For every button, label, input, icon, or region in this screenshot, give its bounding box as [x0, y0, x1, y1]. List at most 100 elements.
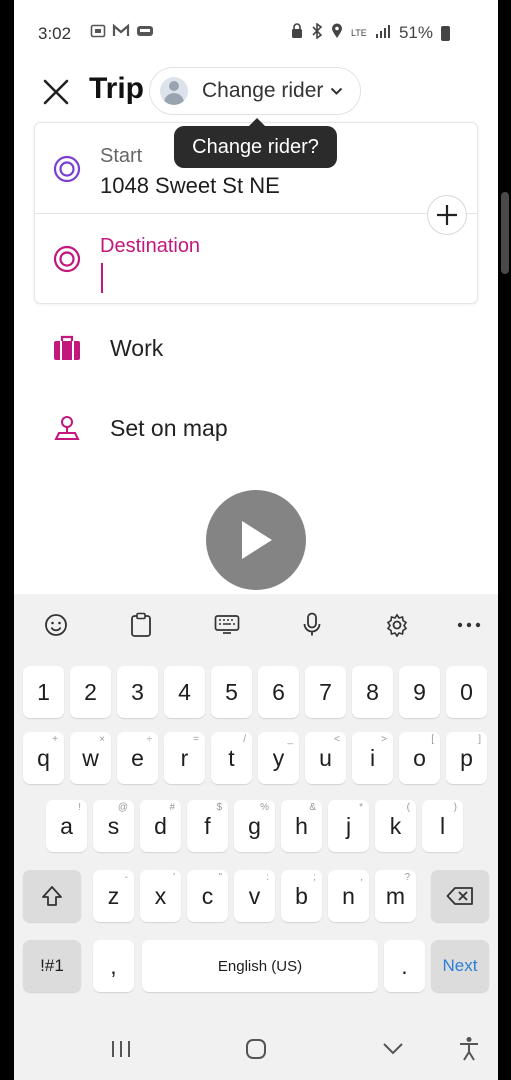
key-n[interactable]: ,n	[328, 870, 369, 922]
key-g[interactable]: % g	[234, 800, 275, 852]
play-icon	[242, 521, 272, 559]
key-l[interactable]: ) l	[422, 800, 463, 852]
key-label: b	[295, 882, 308, 909]
key-0[interactable]: 0	[446, 666, 487, 718]
location-icon	[331, 23, 343, 43]
gmail-icon	[112, 23, 130, 43]
page-title: Trip	[89, 72, 145, 105]
key-hint: '	[173, 872, 175, 883]
key-label: j	[345, 812, 352, 839]
shortcut-work[interactable]: Work	[14, 318, 498, 378]
key-6[interactable]: 6	[258, 666, 299, 718]
navigation-bar	[14, 1016, 498, 1080]
key-label: y	[272, 744, 285, 771]
key-9[interactable]: 9	[399, 666, 440, 718]
recent-apps-button[interactable]	[104, 1032, 138, 1066]
backspace-icon	[446, 887, 473, 905]
microphone-icon[interactable]	[293, 606, 331, 644]
key-b[interactable]: ; b	[281, 870, 322, 922]
key-label: s	[107, 812, 120, 839]
backspace-key[interactable]	[431, 870, 489, 922]
close-button[interactable]	[38, 74, 74, 110]
start-field[interactable]: 1048 Sweet St NE	[100, 173, 280, 199]
destination-field[interactable]	[101, 263, 103, 293]
settings-icon[interactable]	[378, 606, 416, 644]
period-key[interactable]: .	[384, 940, 425, 992]
key-hint: <	[334, 734, 340, 745]
key-hint: [	[431, 734, 434, 745]
space-bar[interactable]: English (US)	[142, 940, 378, 992]
key-2[interactable]: 2	[70, 666, 111, 718]
key-r[interactable]: = r	[164, 732, 205, 784]
key-label: z	[107, 882, 120, 909]
key-j[interactable]: * j	[328, 800, 369, 852]
key-q[interactable]: + q	[23, 732, 64, 784]
key-1[interactable]: 1	[23, 666, 64, 718]
key-label: v	[248, 882, 261, 909]
key-4[interactable]: 4	[164, 666, 205, 718]
screenshot-icon	[90, 23, 106, 43]
key-i[interactable]: > i	[352, 732, 393, 784]
back-icon	[383, 1043, 403, 1055]
key-o[interactable]: [o	[399, 732, 440, 784]
shift-key[interactable]	[23, 870, 81, 922]
key-u[interactable]: < u	[305, 732, 346, 784]
key-label: i	[369, 744, 376, 771]
add-stop-button[interactable]	[427, 195, 467, 235]
key-k[interactable]: (k	[375, 800, 416, 852]
route-divider	[35, 213, 477, 214]
comma-key[interactable]: ,	[93, 940, 134, 992]
signal-icon	[375, 23, 391, 43]
key-hint: !	[78, 802, 81, 813]
key-7[interactable]: 7	[305, 666, 346, 718]
more-icon[interactable]	[450, 606, 488, 644]
key-d[interactable]: # d	[140, 800, 181, 852]
key-hint: >	[381, 734, 387, 745]
key-hint: _	[287, 734, 293, 745]
key-w[interactable]: × w	[70, 732, 111, 784]
trip-header: Trip Change rider	[14, 66, 498, 118]
key-y[interactable]: _ y	[258, 732, 299, 784]
keyboard-icon[interactable]	[208, 606, 246, 644]
key-m[interactable]: ? m	[375, 870, 416, 922]
key-hint: #	[169, 802, 175, 813]
shortcut-set-on-map[interactable]: Set on map	[14, 398, 498, 458]
map-pin-icon	[52, 413, 82, 443]
key-s[interactable]: @ s	[93, 800, 134, 852]
key-label: w	[82, 744, 99, 771]
emoji-icon[interactable]	[37, 606, 75, 644]
key-8[interactable]: 8	[352, 666, 393, 718]
key-p[interactable]: ] p	[446, 732, 487, 784]
key-hint: %	[260, 802, 269, 813]
change-rider-button[interactable]: Change rider	[149, 67, 361, 115]
key-t[interactable]: / t	[211, 732, 252, 784]
key-h[interactable]: & h	[281, 800, 322, 852]
key-label: d	[154, 812, 167, 839]
key-hint: +	[52, 734, 58, 745]
key-e[interactable]: ÷ e	[117, 732, 158, 784]
status-time: 3:02	[38, 24, 72, 43]
clipboard-icon[interactable]	[122, 606, 160, 644]
key-hint: )	[453, 802, 457, 813]
key-c[interactable]: " c	[187, 870, 228, 922]
key-a[interactable]: ! a	[46, 800, 87, 852]
accessibility-button[interactable]	[452, 1032, 486, 1066]
key-z[interactable]: -z	[93, 870, 134, 922]
key-3[interactable]: 3	[117, 666, 158, 718]
key-label: k	[389, 812, 402, 839]
key-f[interactable]: $ f	[187, 800, 228, 852]
symbols-key[interactable]: !#1	[23, 940, 81, 992]
home-button[interactable]	[239, 1032, 273, 1066]
key-hint: ×	[99, 734, 105, 745]
close-icon	[43, 79, 69, 105]
key-label: e	[131, 744, 144, 771]
key-x[interactable]: ' x	[140, 870, 181, 922]
key-label: f	[204, 812, 211, 839]
key-5[interactable]: 5	[211, 666, 252, 718]
side-edge-handle[interactable]	[501, 192, 509, 274]
video-play-button[interactable]	[206, 490, 306, 590]
back-button[interactable]	[376, 1032, 410, 1066]
key-v[interactable]: :v	[234, 870, 275, 922]
next-key[interactable]: Next	[431, 940, 489, 992]
lock-icon	[291, 23, 303, 43]
